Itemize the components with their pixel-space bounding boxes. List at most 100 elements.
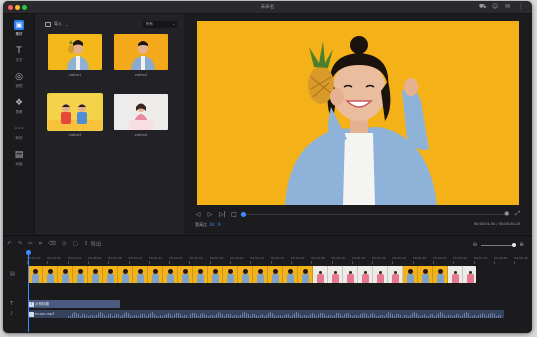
filmstrip-frame [358, 266, 373, 283]
video-track-clip[interactable] [28, 266, 476, 283]
split-icon[interactable]: ✂ [28, 241, 33, 247]
waveform-bar [460, 315, 461, 318]
zoom-slider-handle[interactable] [512, 242, 517, 247]
media-thumb-video3[interactable] [47, 93, 103, 131]
audio-clip[interactable]: music.mp3 [28, 310, 504, 318]
sidebar-item-label: 文字 [15, 58, 23, 62]
scrubber-handle[interactable] [241, 212, 246, 217]
media-thumb-video1[interactable] [48, 34, 102, 70]
cart-icon[interactable]: ⛟ [479, 4, 487, 10]
waveform-bar [284, 314, 285, 318]
zoom-in-icon[interactable]: ⊕ [519, 242, 524, 248]
waveform-bar [268, 312, 269, 318]
waveform-bar [156, 315, 157, 318]
sidebar-item-overlay[interactable]: ❖ 叠覆 [7, 96, 31, 120]
filmstrip-frame [388, 266, 403, 283]
media-thumb-video2[interactable] [114, 34, 168, 70]
sidebar-item-label: 转场 [15, 136, 23, 140]
ruler-tick [351, 261, 353, 264]
ruler-tick-label: 00:00:16 [189, 256, 203, 260]
title-bar: 未命名 ⛟ ☺ ✉ ⋮ [3, 1, 532, 14]
previous-frame-icon[interactable]: ◁ [195, 211, 201, 218]
waveform-bar [334, 314, 335, 318]
import-button[interactable]: 导入 ⌄ [45, 21, 68, 27]
sidebar-item-animation[interactable]: ▤ 动画 [7, 148, 31, 172]
media-thumb-label: video3 [68, 132, 82, 137]
waveform-bar [484, 313, 485, 318]
sidebar-item-text[interactable]: T 文字 [7, 44, 31, 68]
waveform-bar [464, 312, 465, 318]
waveform-bar [428, 315, 429, 318]
filmstrip-frame [118, 266, 133, 283]
ruler-tick-label: 00:00:20 [230, 256, 244, 260]
preview-scrubber[interactable] [240, 214, 510, 215]
stop-icon[interactable]: □ [231, 211, 237, 218]
freeze-icon[interactable]: ▢ [73, 241, 78, 247]
waveform-bar [232, 316, 233, 318]
waveform-bar [442, 312, 443, 318]
preview-frame [197, 21, 519, 205]
waveform-bar [170, 314, 171, 318]
waveform-bar [84, 313, 85, 318]
export-button[interactable]: ⇪ 导出 [84, 240, 102, 248]
play-icon[interactable]: ▷ [207, 211, 213, 218]
waveform-bar [142, 313, 143, 318]
user-icon[interactable]: ☺ [492, 4, 498, 10]
zoom-slider[interactable] [481, 242, 517, 247]
ruler-tick-label: 00:00:36 [392, 256, 406, 260]
delete-icon[interactable]: ⌫ [48, 241, 56, 247]
waveform-bar [274, 314, 275, 318]
waveform-bar [172, 316, 173, 318]
waveform-bar [74, 312, 75, 318]
chevron-down-icon: ⌄ [65, 21, 69, 27]
ruler-tick-label: 00:00:30 [331, 256, 345, 260]
waveform-bar [380, 314, 381, 318]
sidebar-item-media[interactable]: ▣ 素材 [7, 18, 31, 42]
media-filter-select[interactable]: 所有 ⌄ [143, 21, 177, 28]
waveform-bar [108, 314, 109, 318]
waveform-bar [140, 314, 141, 318]
waveform-bar [178, 312, 179, 318]
waveform-bar [94, 315, 95, 318]
waveform-bar [132, 315, 133, 318]
next-frame-icon[interactable]: ▷| [219, 211, 226, 218]
waveform-bar [364, 312, 365, 318]
waveform-bar [80, 316, 81, 318]
waveform-bar [488, 314, 489, 318]
redo-icon[interactable]: ↷ [18, 241, 23, 247]
speed-icon[interactable]: ◷ [62, 241, 67, 247]
menu-icon[interactable]: ⋮ [518, 4, 524, 10]
media-thumb-video4[interactable] [114, 94, 168, 130]
waveform-bar [424, 314, 425, 318]
ruler-tick-label: 00:00:06 [87, 256, 102, 260]
waveform-bar [122, 314, 123, 318]
waveform-bar [376, 315, 377, 318]
filmstrip-frame [223, 266, 238, 283]
waveform-bar [410, 315, 411, 318]
ruler-tick-label: 00:00:10 [128, 256, 142, 260]
sidebar-item-transition[interactable]: ⋯ 转场 [7, 122, 31, 146]
crop-icon[interactable]: ⌗ [39, 241, 42, 248]
waveform-bar [392, 314, 393, 318]
waveform-bar [220, 312, 221, 318]
zoom-out-icon[interactable]: ⊖ [473, 242, 478, 248]
text-clip[interactable]: T 示例标题 [28, 300, 120, 308]
waveform-bar [470, 315, 471, 318]
media-thumb-label: video2 [134, 72, 148, 77]
time-ruler[interactable]: 00:00:00 00:00:02 00:00:04 00:00:06 00:00:08… [27, 256, 532, 264]
ruler-tick-label: 00:00:28 [311, 256, 325, 260]
waveform-bar [340, 314, 341, 318]
aspect-ratio[interactable]: 宽高比 16 : 9 [195, 222, 221, 228]
sidebar-item-filter[interactable]: ◎ 滤镜 [7, 70, 31, 94]
waveform-bar [100, 312, 101, 318]
waveform-bar [440, 312, 441, 318]
timeline-playhead[interactable] [26, 250, 31, 332]
feedback-icon[interactable]: ✉ [505, 4, 511, 10]
waveform-bar [386, 313, 387, 318]
undo-icon[interactable]: ↶ [7, 241, 12, 247]
waveform-bar [190, 314, 191, 318]
waveform-bar [270, 312, 271, 318]
fullscreen-icon[interactable]: ⤢ [515, 210, 520, 218]
snapshot-icon[interactable]: ◉ [504, 210, 509, 218]
app-window: 未命名 ⛟ ☺ ✉ ⋮ ▣ 素材 T 文字 ◎ 滤镜 ❖ 叠覆 ⋯ 转场 ▤ 动… [3, 1, 532, 333]
